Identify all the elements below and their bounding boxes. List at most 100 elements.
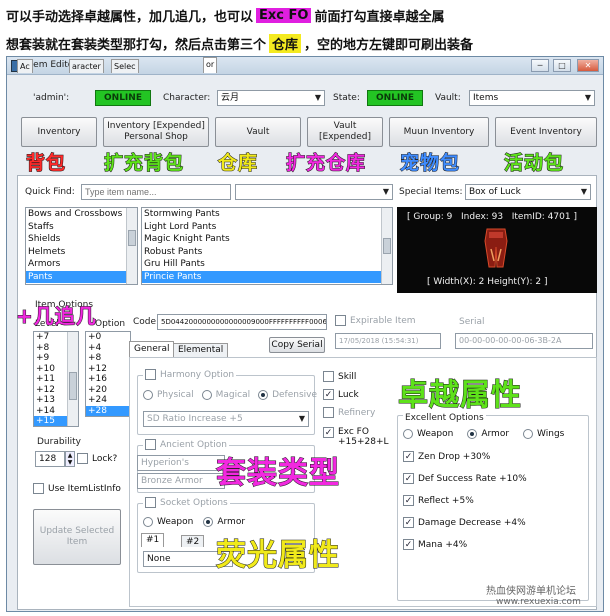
socket-checkbox[interactable] <box>145 497 156 508</box>
option-item[interactable]: +8 <box>86 353 130 364</box>
expirable-row[interactable]: Expirable Item <box>335 315 416 326</box>
vault-select[interactable]: Items ▼ <box>469 90 595 106</box>
tab-select[interactable]: Selec <box>111 59 139 73</box>
use-itemlist-row[interactable]: Use ItemListInfo <box>33 483 121 494</box>
update-item-button[interactable]: Update Selected Item <box>33 509 121 565</box>
refinery-checkbox[interactable] <box>323 407 334 418</box>
exc-fo-row[interactable]: ✓ Exc FO +15+28+L <box>323 427 389 447</box>
character-select[interactable]: 云月 ▼ <box>217 90 325 106</box>
durability-spinner-icon[interactable]: ▲ ▼ <box>65 451 75 467</box>
luck-checkbox[interactable]: ✓ <box>323 389 334 400</box>
exc-option-row[interactable]: ✓ Zen Drop +30% <box>403 451 490 462</box>
minimize-icon[interactable]: ─ <box>531 59 549 72</box>
option-item[interactable]: +4 <box>86 343 130 354</box>
refinery-row[interactable]: Refinery <box>323 407 375 418</box>
item-filter-select[interactable]: ▼ <box>235 184 393 200</box>
category-item[interactable]: Helmets <box>26 246 137 259</box>
category-item[interactable]: Armors <box>26 258 137 271</box>
item-list[interactable]: Stormwing Pants Light Lord Pants Magic K… <box>141 207 393 285</box>
serial-label: Serial <box>459 317 485 327</box>
skill-row[interactable]: Skill <box>323 371 356 382</box>
tab-editor[interactable]: or <box>203 57 218 73</box>
expirable-checkbox[interactable] <box>335 315 346 326</box>
exc-option-row[interactable]: ✓ Reflect +5% <box>403 495 474 506</box>
category-item[interactable]: Staffs <box>26 221 137 234</box>
lock-checkbox[interactable] <box>77 453 88 464</box>
ancient-set-select[interactable]: Hyperion's <box>137 455 225 471</box>
exc-option-row[interactable]: ✓ Def Success Rate +10% <box>403 473 527 484</box>
muun-inventory-button[interactable]: Muun Inventory <box>389 117 489 147</box>
ancient-checkbox[interactable] <box>145 439 156 450</box>
exc-option-checkbox[interactable]: ✓ <box>403 517 414 528</box>
category-scrollbar[interactable] <box>126 208 137 284</box>
harmony-checkbox[interactable] <box>145 369 156 380</box>
harmony-checkbox-row[interactable]: Harmony Option <box>143 369 237 380</box>
special-items-select[interactable]: Box of Luck ▼ <box>465 184 591 200</box>
scroll-thumb[interactable] <box>69 372 77 400</box>
socket-tab-1[interactable]: #1 <box>141 533 165 547</box>
scroll-thumb[interactable] <box>383 238 391 254</box>
category-item[interactable]: Bows and Crossbows <box>26 208 137 221</box>
tab-account[interactable]: Ac <box>17 59 33 73</box>
close-icon[interactable]: ✕ <box>577 59 599 72</box>
durability-input[interactable]: 128 <box>35 451 65 467</box>
exc-wings-radio[interactable] <box>523 429 534 439</box>
quick-find-input[interactable] <box>81 184 231 200</box>
item-entry[interactable]: Robust Pants <box>142 246 392 259</box>
maximize-icon[interactable]: □ <box>553 59 571 72</box>
tab-character[interactable]: aracter <box>69 59 104 73</box>
socket-tab-2[interactable]: #2 <box>181 535 205 547</box>
socket-checkbox-row[interactable]: Socket Options <box>143 497 230 508</box>
exc-fo-checkbox[interactable]: ✓ <box>323 427 334 438</box>
category-item-selected[interactable]: Pants <box>26 270 137 283</box>
exc-option-label: Reflect +5% <box>418 495 474 506</box>
event-inventory-button[interactable]: Event Inventory <box>495 117 597 147</box>
use-itemlist-checkbox[interactable] <box>33 483 44 494</box>
exc-option-checkbox[interactable]: ✓ <box>403 451 414 462</box>
scroll-thumb[interactable] <box>128 230 136 246</box>
exc-option-checkbox[interactable]: ✓ <box>403 473 414 484</box>
socket-armor-radio[interactable] <box>203 517 214 527</box>
item-entry-selected[interactable]: Princie Pants <box>142 270 392 283</box>
item-scrollbar[interactable] <box>381 208 392 284</box>
inventory-expanded-button[interactable]: Inventory [Expended] Personal Shop <box>103 117 209 147</box>
tab-general[interactable]: General <box>129 341 175 357</box>
option-item[interactable]: +20 <box>86 385 130 396</box>
exc-option-row[interactable]: ✓ Damage Decrease +4% <box>403 517 526 528</box>
exc-option-row[interactable]: ✓ Mana +4% <box>403 539 467 550</box>
luck-row[interactable]: ✓ Luck <box>323 389 359 400</box>
defensive-radio[interactable] <box>258 390 269 400</box>
category-item[interactable]: Shields <box>26 233 137 246</box>
exc-option-checkbox[interactable]: ✓ <box>403 495 414 506</box>
expirable-date[interactable]: 17/05/2018 (15:54:31) <box>335 333 441 349</box>
magical-radio[interactable] <box>201 390 212 400</box>
item-entry[interactable]: Stormwing Pants <box>142 208 392 221</box>
item-entry[interactable]: Light Lord Pants <box>142 221 392 234</box>
option-list[interactable]: +0 +4 +8 +12 +16 +20 +24 +28 <box>85 331 131 417</box>
vault-expanded-button[interactable]: Vault [Expended] <box>307 117 383 147</box>
option-item[interactable]: +24 <box>86 395 130 406</box>
item-entry[interactable]: Gru Hill Pants <box>142 258 392 271</box>
vault-button[interactable]: Vault <box>215 117 301 147</box>
tab-elemental[interactable]: Elemental <box>173 343 229 357</box>
option-item[interactable]: +16 <box>86 374 130 385</box>
harmony-select[interactable]: SD Ratio Increase +5 ▼ <box>143 411 309 427</box>
item-entry[interactable]: Magic Knight Pants <box>142 233 392 246</box>
ancient-item-select[interactable]: Bronze Armor <box>137 473 225 489</box>
inventory-button[interactable]: Inventory <box>21 117 97 147</box>
lock-checkbox-row[interactable]: Lock? <box>77 453 117 464</box>
skill-checkbox[interactable] <box>323 371 334 382</box>
option-item[interactable]: +0 <box>86 332 130 343</box>
code-input[interactable]: 5D0442000000000000009000FFFFFFFFFF00063B… <box>157 314 327 330</box>
option-item-selected[interactable]: +28 <box>86 405 130 416</box>
option-item[interactable]: +12 <box>86 364 130 375</box>
exc-armor-radio[interactable] <box>467 429 478 439</box>
category-list[interactable]: Bows and Crossbows Staffs Shields Helmet… <box>25 207 138 285</box>
socket-weapon-radio[interactable] <box>143 517 153 527</box>
physical-radio[interactable] <box>143 390 153 400</box>
exc-weapon-radio[interactable] <box>403 429 413 439</box>
copy-serial-button[interactable]: Copy Serial <box>269 337 325 353</box>
exc-option-checkbox[interactable]: ✓ <box>403 539 414 550</box>
level-list[interactable]: +7 +8 +9 +10 +11 +12 +13 +14 +15 <box>33 331 79 427</box>
level-scrollbar[interactable] <box>67 332 78 426</box>
